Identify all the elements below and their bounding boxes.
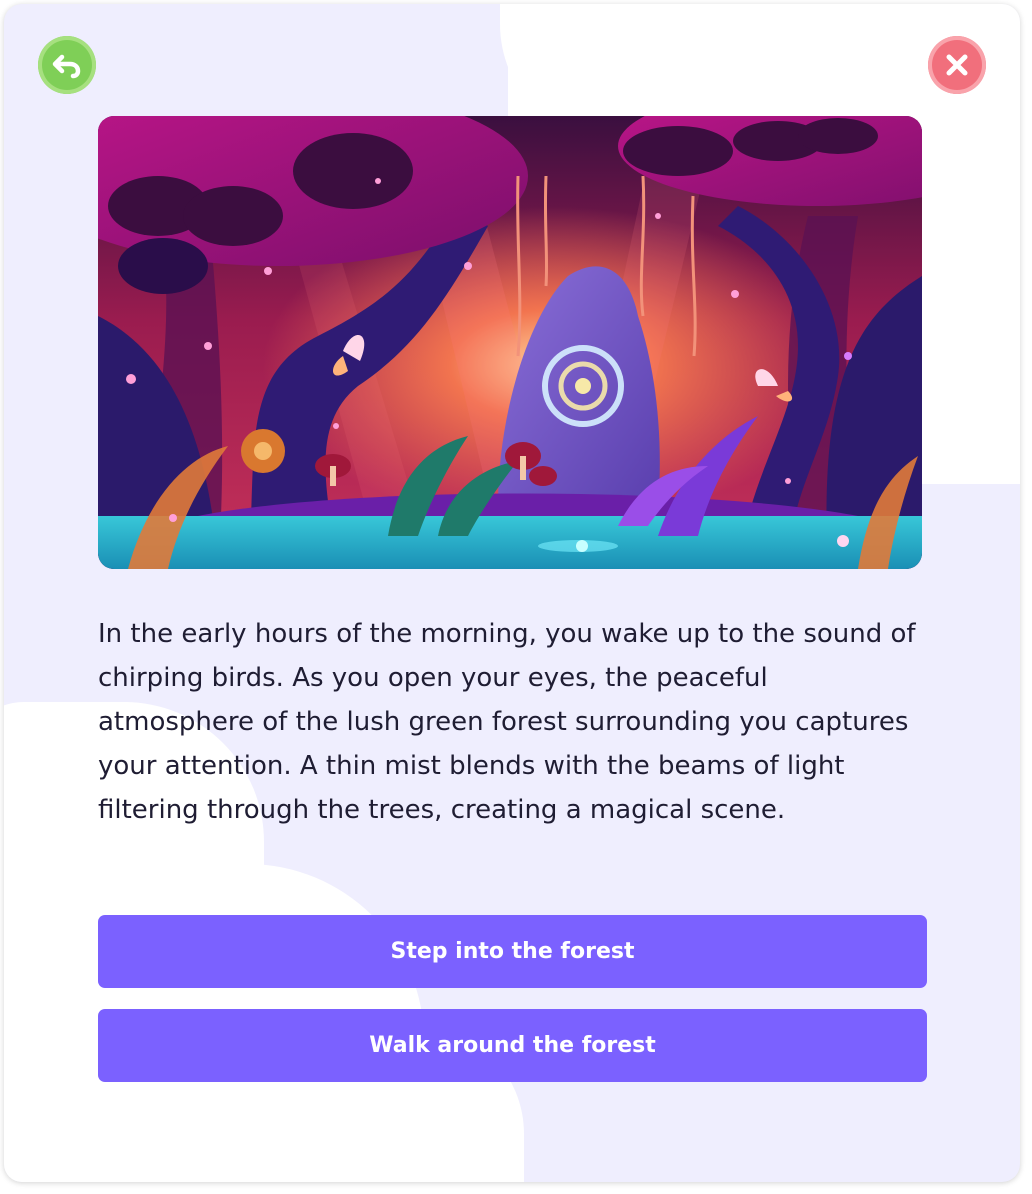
enchanted-forest-image bbox=[98, 116, 922, 569]
story-text: In the early hours of the morning, you w… bbox=[98, 619, 916, 825]
undo-arrow-icon bbox=[52, 54, 81, 79]
walk-around-forest-button[interactable]: Walk around the forest bbox=[98, 1009, 927, 1082]
story-card: In the early hours of the morning, you w… bbox=[4, 4, 1020, 1182]
scene-illustration bbox=[98, 116, 922, 569]
step-into-forest-button[interactable]: Step into the forest bbox=[98, 915, 927, 988]
close-x-icon bbox=[946, 54, 968, 76]
close-button[interactable] bbox=[928, 36, 986, 94]
back-button[interactable] bbox=[38, 36, 96, 94]
